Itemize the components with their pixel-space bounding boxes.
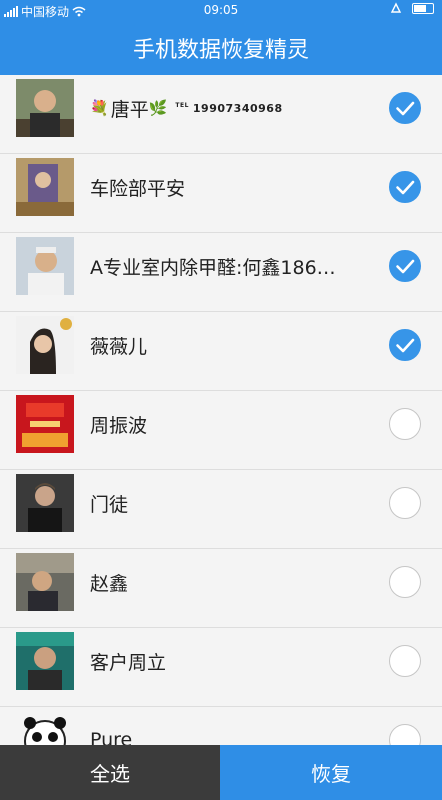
checkbox-checked[interactable] xyxy=(389,171,421,203)
restore-button[interactable]: 恢复 xyxy=(220,745,442,800)
avatar xyxy=(16,316,74,374)
contact-name: 薇薇儿 xyxy=(90,335,148,358)
contact-name: 周振波 xyxy=(90,414,148,437)
contact-row[interactable]: 薇薇儿 xyxy=(0,312,442,391)
avatar xyxy=(16,79,74,137)
contact-name-text: 唐平 xyxy=(110,98,149,121)
page-title: 手机数据恢复精灵 xyxy=(132,37,309,63)
checkbox-unchecked[interactable] xyxy=(389,566,421,598)
checkmark-icon xyxy=(395,101,414,115)
contact-name: 车险部平安 xyxy=(90,177,186,200)
flower-icon: 💐 xyxy=(90,99,109,117)
contact-name: Pure xyxy=(90,729,133,745)
checkbox-unchecked[interactable] xyxy=(389,724,421,745)
select-all-button[interactable]: 全选 xyxy=(0,745,220,800)
contact-row[interactable]: 💐 唐平 🌿 TEL 19907340968 xyxy=(0,75,442,154)
contact-phone: TEL 19907340968 xyxy=(175,102,282,115)
checkbox-checked[interactable] xyxy=(389,250,421,282)
avatar xyxy=(16,553,74,611)
contact-row[interactable]: Pure xyxy=(0,707,442,745)
contact-name: 💐 唐平 🌿 TEL 19907340968 xyxy=(90,75,283,141)
checkmark-icon xyxy=(395,180,414,194)
avatar xyxy=(16,711,74,745)
checkbox-unchecked[interactable] xyxy=(389,408,421,440)
checkbox-unchecked[interactable] xyxy=(389,645,421,677)
bottom-bar: 全选 恢复 xyxy=(0,745,442,800)
checkmark-icon xyxy=(395,338,414,352)
checkmark-icon xyxy=(395,259,414,273)
battery-icon xyxy=(412,2,434,14)
contact-row[interactable]: 门徒 xyxy=(0,470,442,549)
contact-name: 赵鑫 xyxy=(90,572,129,595)
status-time: 09:05 xyxy=(203,3,239,17)
checkbox-checked[interactable] xyxy=(389,329,421,361)
contact-row[interactable]: 赵鑫 xyxy=(0,549,442,628)
tel-number: 19907340968 xyxy=(192,101,283,115)
status-bar: 中国移动 09:05 xyxy=(0,0,442,20)
contact-row[interactable]: A专业室内除甲醛:何鑫186… xyxy=(0,233,442,312)
contact-row[interactable]: 车险部平安 xyxy=(0,154,442,233)
contact-name: A专业室内除甲醛:何鑫186… xyxy=(90,256,336,279)
alarm-icon xyxy=(390,2,402,13)
tel-prefix: TEL xyxy=(175,101,189,109)
app-header: 手机数据恢复精灵 xyxy=(0,20,442,75)
contact-row[interactable]: 周振波 xyxy=(0,391,442,470)
leaf-icon: 🌿 xyxy=(148,99,168,117)
checkbox-checked[interactable] xyxy=(389,92,421,124)
avatar xyxy=(16,237,74,295)
contact-name: 门徒 xyxy=(90,493,129,516)
contact-name: 客户周立 xyxy=(90,651,167,674)
contact-row[interactable]: 客户周立 xyxy=(0,628,442,707)
checkbox-unchecked[interactable] xyxy=(389,487,421,519)
contact-list[interactable]: 💐 唐平 🌿 TEL 19907340968 车险部平安 A专业室内除甲醛:何鑫1… xyxy=(0,75,442,745)
avatar xyxy=(16,474,74,532)
avatar xyxy=(16,395,74,453)
avatar xyxy=(16,632,74,690)
avatar xyxy=(16,158,74,216)
